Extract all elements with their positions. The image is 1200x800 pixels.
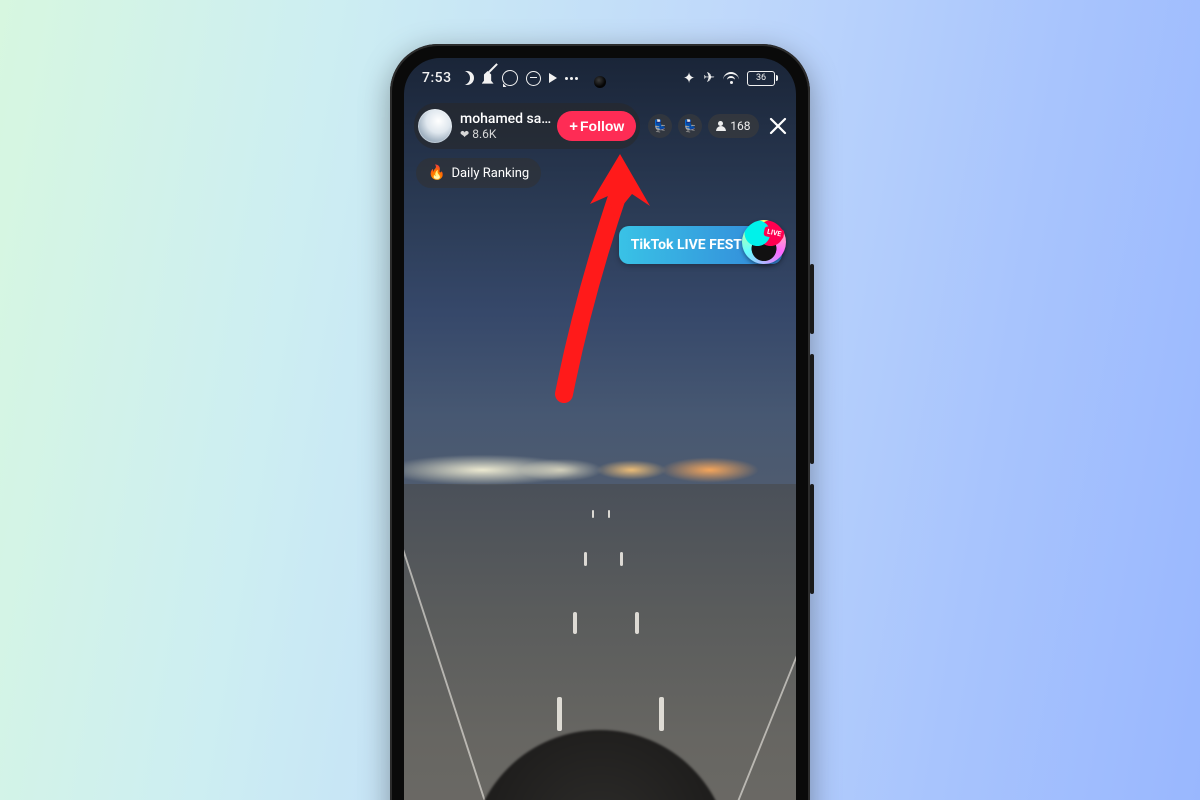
live-header: mohamed sa… ❤ 8.6K + Follow 💺 💺 — [414, 104, 786, 148]
more-notifs-icon — [565, 77, 578, 80]
viewer-number: 168 — [730, 119, 750, 133]
likes-count: 8.6K — [472, 127, 496, 141]
streamer-likes: ❤ 8.6K — [460, 127, 551, 141]
status-time: 7:53 — [422, 70, 452, 86]
streamer-info: mohamed sa… ❤ 8.6K — [452, 111, 557, 141]
play-icon — [549, 73, 557, 83]
bluetooth-icon: ✦ — [683, 69, 696, 87]
streamer-chip[interactable]: mohamed sa… ❤ 8.6K + Follow — [414, 103, 640, 149]
fest-badge-icon — [742, 220, 786, 264]
live-fest-banner[interactable]: TikTok LIVE FEST LIVE — [619, 226, 782, 264]
fest-label: TikTok LIVE FEST — [631, 237, 742, 253]
phone-volume-up — [810, 354, 814, 464]
battery-level: 36 — [747, 71, 775, 86]
follow-button[interactable]: + Follow — [557, 111, 636, 141]
battery-indicator: 36 — [747, 71, 778, 86]
front-camera — [594, 76, 606, 88]
wifi-icon — [723, 72, 739, 84]
phone-volume-down — [810, 484, 814, 594]
flame-icon: 🔥 — [428, 165, 445, 181]
plus-icon: + — [569, 119, 578, 134]
stage: 7:53 ✦ ✈ 36 — [0, 0, 1200, 800]
streamer-avatar[interactable] — [418, 109, 452, 143]
phone-screen: 7:53 ✦ ✈ 36 — [404, 58, 796, 800]
dnd-moon-icon — [460, 71, 474, 85]
mute-icon — [482, 71, 494, 85]
guest-seat-2[interactable]: 💺 — [678, 114, 702, 138]
close-icon — [768, 116, 788, 136]
viewer-count[interactable]: 168 — [708, 114, 758, 138]
heart-icon: ❤ — [460, 128, 469, 141]
phone-side-button — [810, 264, 814, 334]
airplane-icon: ✈ — [703, 70, 715, 86]
guest-seat-1[interactable]: 💺 — [648, 114, 672, 138]
ranking-label: Daily Ranking — [451, 166, 529, 181]
follow-label: Follow — [580, 118, 624, 134]
person-icon — [716, 121, 726, 131]
daily-ranking-chip[interactable]: 🔥 Daily Ranking — [416, 158, 541, 188]
close-button[interactable] — [765, 113, 791, 139]
phone-frame: 7:53 ✦ ✈ 36 — [390, 44, 810, 800]
streamer-name: mohamed sa… — [460, 111, 551, 127]
whatsapp-icon — [502, 70, 518, 86]
app-notif-icon — [526, 71, 541, 86]
